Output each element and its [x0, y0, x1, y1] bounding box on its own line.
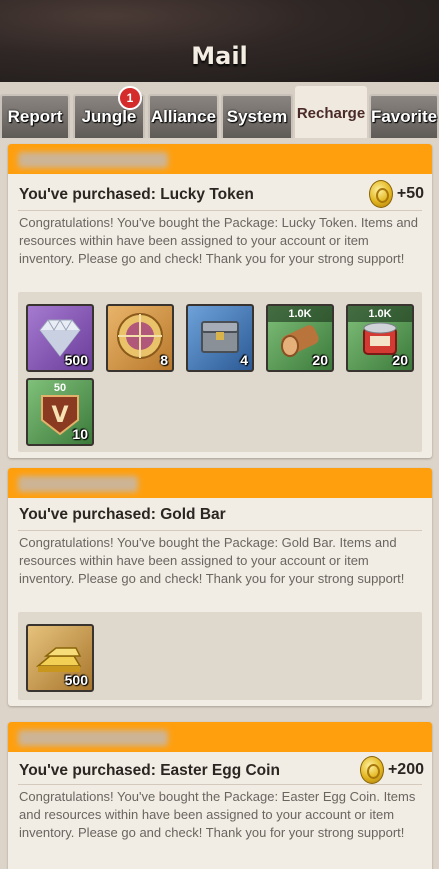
item-quantity: 8: [160, 352, 168, 368]
mail-card[interactable]: You've purchased: Gold Bar Congratulatio…: [8, 468, 432, 706]
divider: [18, 210, 422, 211]
divider: [18, 784, 422, 785]
tab-label: Jungle: [81, 107, 137, 126]
item-quantity: 20: [392, 352, 408, 368]
tab-label: Favorite: [370, 107, 438, 126]
mail-title: You've purchased: Gold Bar: [19, 506, 226, 523]
mail-title: You've purchased: Lucky Token: [19, 186, 254, 203]
item-quantity: 10: [72, 426, 88, 442]
mail-message: Congratulations! You've bought the Packa…: [19, 535, 405, 586]
header: Mail: [0, 0, 439, 82]
mail-header-bar: [8, 144, 432, 174]
mail-list[interactable]: You've purchased: Lucky Token +50 Congra…: [0, 138, 439, 869]
item-stack-label: 50: [53, 382, 67, 394]
tab-bar: Report Jungle 1 Alliance System Recharge…: [0, 82, 439, 138]
item-grid: 500: [18, 612, 422, 700]
mail-message: Congratulations! You've bought the Packa…: [19, 789, 416, 840]
tab-system[interactable]: System: [221, 94, 293, 138]
redacted-date: [18, 730, 168, 746]
reward: +200: [359, 756, 424, 784]
tab-report[interactable]: Report: [0, 94, 70, 138]
tab-jungle[interactable]: Jungle 1: [73, 86, 145, 138]
item-slot[interactable]: 4: [186, 304, 254, 372]
reward: +50: [368, 180, 424, 208]
item-quantity: 500: [64, 672, 88, 688]
item-stack-label: 1.0K: [348, 306, 412, 322]
item-slot[interactable]: 500: [26, 304, 94, 372]
item-slot[interactable]: 500: [26, 624, 94, 692]
tab-alliance[interactable]: Alliance: [148, 94, 219, 138]
mail-card[interactable]: You've purchased: Lucky Token +50 Congra…: [8, 144, 432, 458]
item-slot[interactable]: 8: [106, 304, 174, 372]
item-quantity: 20: [312, 352, 328, 368]
tab-label: Recharge: [296, 104, 366, 122]
coin-icon: [359, 756, 384, 784]
tab-label: Alliance: [150, 107, 217, 126]
mail-card[interactable]: You've purchased: Easter Egg Coin +200 C…: [8, 722, 432, 869]
reward-amount: +50: [396, 185, 424, 202]
page-title: Mail: [191, 42, 248, 70]
mail-header-bar: [8, 722, 432, 752]
item-quantity: 4: [240, 352, 248, 368]
notification-badge: 1: [118, 86, 142, 110]
reward-amount: +200: [387, 761, 424, 778]
mail-title: You've purchased: Easter Egg Coin: [19, 762, 280, 779]
item-slot[interactable]: 1.0K 20: [266, 304, 334, 372]
item-stack-label: 1.0K: [268, 306, 332, 322]
mail-message: Congratulations! You've bought the Packa…: [19, 215, 419, 266]
redacted-date: [18, 152, 168, 168]
divider: [18, 530, 422, 531]
tab-favorite[interactable]: Favorite: [369, 94, 439, 138]
tab-label: System: [226, 107, 288, 126]
mail-header-bar: [8, 468, 432, 498]
item-quantity: 500: [64, 352, 88, 368]
svg-text:V: V: [51, 403, 68, 428]
redacted-date: [18, 476, 138, 492]
item-slot[interactable]: 1.0K 20: [346, 304, 414, 372]
tab-label: Report: [7, 107, 63, 126]
item-grid: 500 8 4 1.0K 20 1.0K 20 50 V 10: [18, 292, 422, 452]
tab-recharge[interactable]: Recharge: [295, 86, 367, 138]
coin-icon: [368, 180, 393, 208]
item-slot[interactable]: 50 V 10: [26, 378, 94, 446]
